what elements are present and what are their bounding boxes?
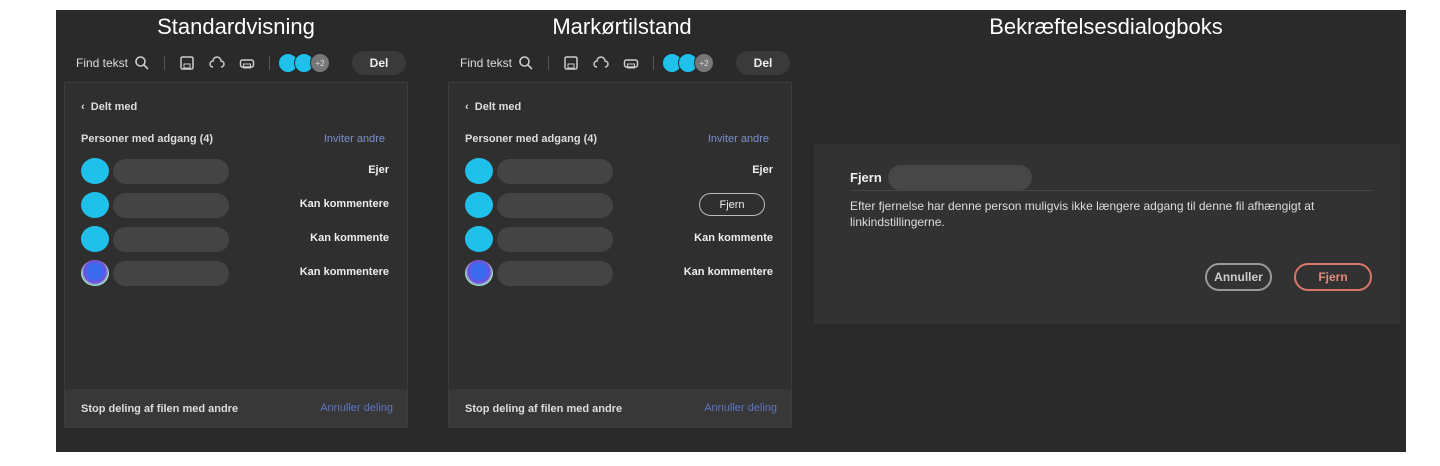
cancel-button[interactable]: Annuller — [1205, 263, 1272, 291]
person-row[interactable]: Kan kommentere — [463, 259, 783, 287]
name-redacted — [497, 159, 613, 184]
toolbar: Find tekst +2 Del — [60, 46, 408, 80]
back-label: Delt med — [474, 101, 522, 113]
more-count: +2 — [310, 53, 331, 73]
avatar — [465, 226, 493, 252]
cancel-sharing-link[interactable]: Annuller deling — [704, 402, 777, 414]
avatar — [81, 226, 109, 252]
remove-button[interactable]: Fjern — [699, 193, 765, 216]
footer: Stop deling af filen med andre Annuller … — [65, 389, 407, 427]
avatar — [81, 260, 109, 286]
invite-link[interactable]: Inviter andre — [324, 133, 385, 145]
person-row[interactable]: Kan kommentere — [79, 259, 399, 287]
person-row-hovered[interactable]: Fjern — [463, 191, 783, 219]
search-icon[interactable] — [134, 55, 150, 71]
role-dropdown[interactable]: Kan kommentere — [684, 266, 773, 278]
avatar — [81, 192, 109, 218]
person-row[interactable]: Ejer — [79, 157, 399, 185]
share-button[interactable]: Del — [352, 51, 406, 75]
name-redacted — [113, 193, 229, 218]
shared-with-panel: ‹ Delt med Personer med adgang (4) Invit… — [64, 82, 408, 428]
more-count: +2 — [694, 53, 715, 73]
chevron-left-icon: ‹ — [81, 101, 91, 113]
find-text-button[interactable]: Find tekst — [76, 56, 128, 70]
role-dropdown[interactable]: Kan kommentere — [300, 266, 389, 278]
cloud-icon[interactable] — [209, 55, 225, 71]
search-icon[interactable] — [518, 55, 534, 71]
shared-with-panel: ‹ Delt med Personer med adgang (4) Invit… — [448, 82, 792, 428]
title-dialog: Bekræftelsesdialogboks — [989, 14, 1223, 39]
divider — [653, 56, 655, 70]
print-icon[interactable] — [623, 55, 639, 71]
stop-sharing-label: Stop deling af filen med andre — [465, 403, 623, 415]
people-heading: Personer med adgang (4) — [465, 133, 598, 145]
invite-link[interactable]: Inviter andre — [708, 133, 769, 145]
share-panel-marker: Find tekst +2 Del ‹ Delt med Personer me… — [444, 46, 792, 428]
remove-button[interactable]: Fjern — [1294, 263, 1372, 291]
avatar — [465, 192, 493, 218]
back-button[interactable]: ‹ Delt med — [81, 101, 137, 113]
person-row[interactable]: Ejer — [463, 157, 783, 185]
title-marker: Markørtilstand — [552, 14, 692, 39]
role-dropdown[interactable]: Kan kommente — [694, 232, 773, 244]
chevron-left-icon: ‹ — [465, 101, 475, 113]
name-redacted — [497, 261, 613, 286]
cancel-sharing-link[interactable]: Annuller deling — [320, 402, 393, 414]
cloud-icon[interactable] — [593, 55, 609, 71]
save-icon[interactable] — [179, 55, 195, 71]
collaborator-avatars[interactable]: +2 — [662, 53, 715, 73]
save-icon[interactable] — [563, 55, 579, 71]
avatar — [81, 158, 109, 184]
divider — [548, 56, 550, 70]
name-redacted — [113, 159, 229, 184]
stop-sharing-label: Stop deling af filen med andre — [81, 403, 239, 415]
role-label: Ejer — [368, 164, 389, 176]
divider — [850, 190, 1374, 191]
divider — [269, 56, 271, 70]
confirm-dialog: Fjern Efter fjernelse har denne person m… — [814, 144, 1400, 324]
share-button[interactable]: Del — [736, 51, 790, 75]
avatar — [465, 260, 493, 286]
role-label: Ejer — [752, 164, 773, 176]
share-panel-standard: Find tekst +2 Del ‹ Delt med Personer me… — [60, 46, 408, 428]
person-row[interactable]: Kan kommente — [463, 225, 783, 253]
dialog-title: Fjern — [850, 170, 882, 185]
name-redacted — [497, 227, 613, 252]
name-redacted — [113, 227, 229, 252]
person-row[interactable]: Kan kommentere — [79, 191, 399, 219]
people-heading: Personer med adgang (4) — [81, 133, 214, 145]
find-text-button[interactable]: Find tekst — [460, 56, 512, 70]
back-button[interactable]: ‹ Delt med — [465, 101, 521, 113]
divider — [164, 56, 166, 70]
toolbar: Find tekst +2 Del — [444, 46, 792, 80]
stage: Standardvisning Markørtilstand Bekræftel… — [56, 10, 1406, 452]
back-label: Delt med — [90, 101, 138, 113]
person-row[interactable]: Kan kommente — [79, 225, 399, 253]
role-dropdown[interactable]: Kan kommentere — [300, 198, 389, 210]
role-dropdown[interactable]: Kan kommente — [310, 232, 389, 244]
footer: Stop deling af filen med andre Annuller … — [449, 389, 791, 427]
dialog-message: Efter fjernelse har denne person muligvi… — [850, 199, 1315, 229]
title-standard: Standardvisning — [157, 14, 315, 39]
name-redacted — [113, 261, 229, 286]
print-icon[interactable] — [239, 55, 255, 71]
avatar — [465, 158, 493, 184]
name-redacted — [888, 165, 1032, 190]
collaborator-avatars[interactable]: +2 — [278, 53, 331, 73]
name-redacted — [497, 193, 613, 218]
